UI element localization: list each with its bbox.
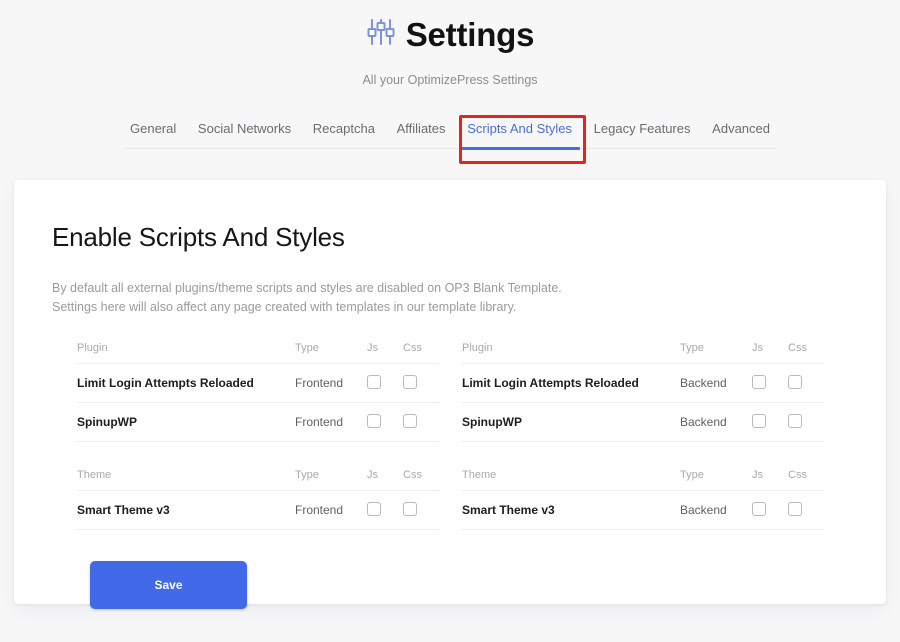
css-cell: [403, 490, 439, 530]
table-row: SpinupWP Frontend: [77, 402, 439, 442]
column-header-css: Css: [403, 468, 439, 491]
theme-table-wrapper-frontend: Theme Type Js Css Smart Theme v3 Fronten…: [77, 468, 439, 530]
plugin-type: Frontend: [295, 363, 367, 403]
css-cell: [788, 490, 824, 530]
settings-card: Enable Scripts And Styles By default all…: [14, 180, 886, 609]
backend-tables-column: Plugin Type Js Css Limit Login Attempts …: [462, 341, 824, 530]
table-row: SpinupWP Backend: [462, 402, 824, 442]
description-line-2: Settings here will also affect any page …: [52, 300, 517, 315]
column-header-plugin: Plugin: [77, 341, 295, 364]
plugin-type: Backend: [680, 402, 752, 442]
theme-type: Frontend: [295, 490, 367, 530]
css-checkbox[interactable]: [788, 501, 802, 516]
tab-general[interactable]: General: [124, 121, 182, 148]
save-button[interactable]: Save: [90, 560, 247, 609]
column-header-js: Js: [752, 341, 788, 364]
page-title: Settings: [405, 15, 535, 53]
column-header-css: Css: [403, 341, 439, 364]
column-header-plugin: Plugin: [462, 341, 680, 364]
css-cell: [788, 402, 824, 442]
table-header-row: Plugin Type Js Css: [462, 341, 824, 364]
theme-table-wrapper-backend: Theme Type Js Css Smart Theme v3 Backend: [462, 468, 824, 530]
js-checkbox[interactable]: [752, 413, 766, 428]
css-checkbox[interactable]: [788, 413, 802, 428]
table-header-row: Plugin Type Js Css: [77, 341, 439, 364]
column-header-type: Type: [680, 468, 752, 491]
tab-scripts-and-styles[interactable]: Scripts And Styles: [459, 121, 580, 150]
plugin-type: Frontend: [295, 402, 367, 442]
css-checkbox[interactable]: [788, 374, 802, 389]
js-cell: [752, 363, 788, 403]
plugin-name: SpinupWP: [462, 402, 680, 442]
js-cell: [752, 402, 788, 442]
table-header-row: Theme Type Js Css: [462, 468, 824, 491]
plugin-type: Backend: [680, 363, 752, 403]
plugin-table-frontend: Plugin Type Js Css Limit Login Attempts …: [77, 341, 439, 442]
tables-grid: Plugin Type Js Css Limit Login Attempts …: [52, 341, 848, 530]
page-subtitle: All your OptimizePress Settings: [362, 73, 538, 87]
js-checkbox[interactable]: [367, 501, 381, 516]
table-row: Limit Login Attempts Reloaded Frontend: [77, 363, 439, 403]
css-cell: [403, 402, 439, 442]
tab-recaptcha[interactable]: Recaptcha: [307, 121, 381, 148]
title-row: Settings: [0, 10, 900, 58]
css-checkbox[interactable]: [403, 374, 417, 389]
column-header-css: Css: [788, 341, 824, 364]
column-header-js: Js: [367, 341, 403, 364]
theme-name: Smart Theme v3: [77, 490, 295, 530]
js-cell: [752, 490, 788, 530]
column-header-js: Js: [367, 468, 403, 491]
js-cell: [367, 490, 403, 530]
js-cell: [367, 402, 403, 442]
tab-affiliates[interactable]: Affiliates: [391, 121, 452, 148]
theme-table-backend: Theme Type Js Css Smart Theme v3 Backend: [462, 468, 824, 530]
tabs-container: General Social Networks Recaptcha Affili…: [0, 111, 900, 164]
js-checkbox[interactable]: [752, 374, 766, 389]
column-header-type: Type: [295, 341, 367, 364]
tab-social-networks[interactable]: Social Networks: [192, 121, 297, 148]
table-row: Smart Theme v3 Frontend: [77, 490, 439, 530]
column-header-theme: Theme: [462, 468, 680, 491]
column-header-type: Type: [680, 341, 752, 364]
theme-type: Backend: [680, 490, 752, 530]
css-checkbox[interactable]: [403, 501, 417, 516]
css-checkbox[interactable]: [403, 413, 417, 428]
css-cell: [788, 363, 824, 403]
js-cell: [367, 363, 403, 403]
tab-bar: General Social Networks Recaptcha Affili…: [124, 111, 776, 150]
tab-advanced[interactable]: Advanced: [706, 121, 776, 148]
js-checkbox[interactable]: [367, 413, 381, 428]
js-checkbox[interactable]: [367, 374, 381, 389]
table-row: Smart Theme v3 Backend: [462, 490, 824, 530]
tab-legacy-features[interactable]: Legacy Features: [588, 121, 697, 148]
table-row: Limit Login Attempts Reloaded Backend: [462, 363, 824, 403]
column-header-type: Type: [295, 468, 367, 491]
table-header-row: Theme Type Js Css: [77, 468, 439, 491]
section-description: By default all external plugins/theme sc…: [52, 279, 848, 318]
sliders-icon: [366, 17, 396, 52]
theme-table-frontend: Theme Type Js Css Smart Theme v3 Fronten…: [77, 468, 439, 530]
page-header: Settings All your OptimizePress Settings: [0, 0, 900, 88]
theme-name: Smart Theme v3: [462, 490, 680, 530]
plugin-table-backend: Plugin Type Js Css Limit Login Attempts …: [462, 341, 824, 442]
css-cell: [403, 363, 439, 403]
frontend-tables-column: Plugin Type Js Css Limit Login Attempts …: [77, 341, 439, 530]
plugin-name: SpinupWP: [77, 402, 295, 442]
column-header-css: Css: [788, 468, 824, 491]
section-title: Enable Scripts And Styles: [52, 222, 345, 252]
plugin-name: Limit Login Attempts Reloaded: [462, 363, 680, 403]
column-header-js: Js: [752, 468, 788, 491]
card-content: Enable Scripts And Styles By default all…: [14, 180, 886, 609]
description-line-1: By default all external plugins/theme sc…: [52, 281, 562, 295]
js-checkbox[interactable]: [752, 501, 766, 516]
plugin-name: Limit Login Attempts Reloaded: [77, 363, 295, 403]
column-header-theme: Theme: [77, 468, 295, 491]
